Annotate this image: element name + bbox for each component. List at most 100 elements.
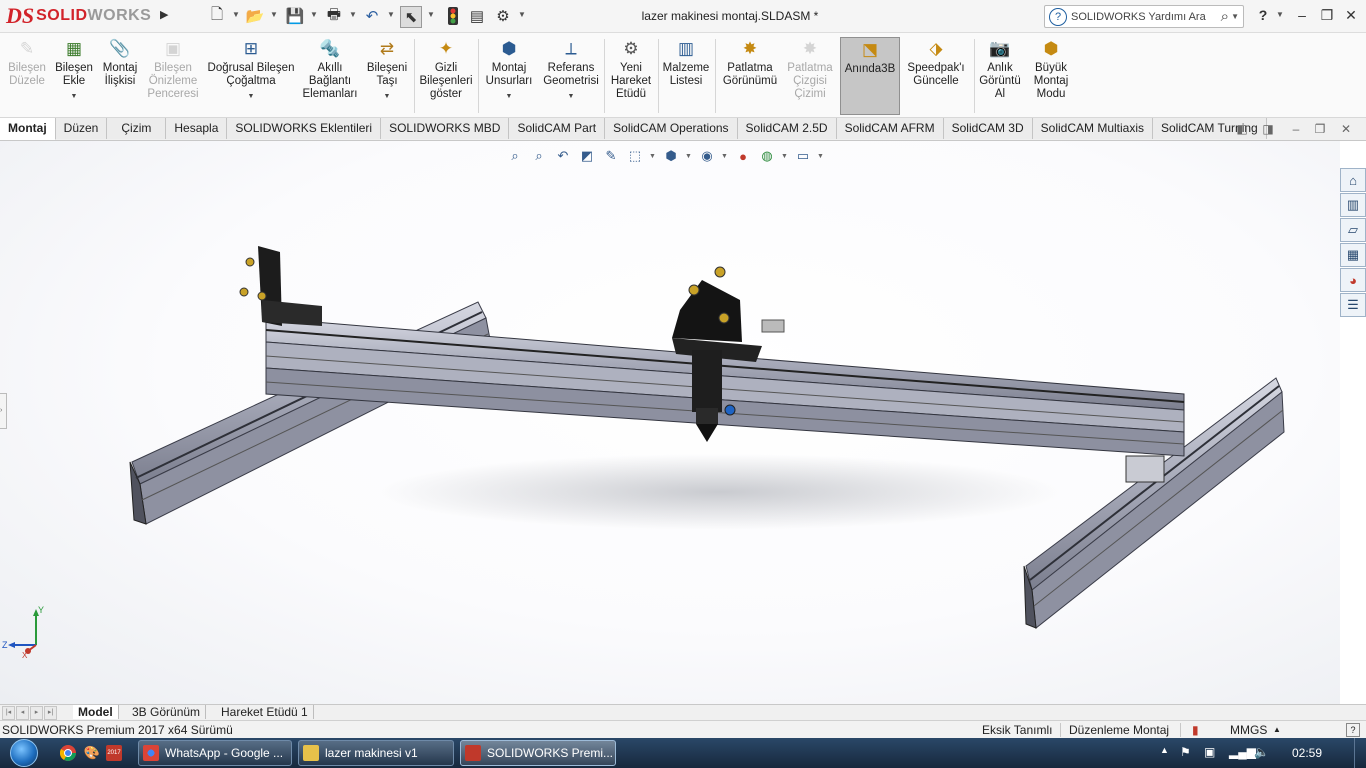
view-settings-icon[interactable]: ▭ [793, 147, 813, 165]
tab-solidcam-3d[interactable]: SolidCAM 3D [943, 118, 1033, 139]
rebuild-traffic-light-icon[interactable] [443, 6, 463, 26]
menu-expand-arrow-icon[interactable]: ▶ [160, 8, 168, 21]
tab-3d-view[interactable]: 3B Görünüm [127, 705, 207, 719]
taskbar-item-folder[interactable]: lazer makinesi v1 [298, 740, 454, 766]
assembly-features-button[interactable]: ⬢ Montaj Unsurları ▼ [482, 37, 536, 115]
print-dropdown-icon[interactable]: ▼ [349, 10, 357, 19]
search-icon[interactable]: ⌕ [1221, 8, 1229, 25]
move-component-button[interactable]: ⇄ Bileşeni Taşı ▼ [362, 37, 412, 115]
section-view-icon[interactable]: ◩ [577, 147, 597, 165]
taskbar-item-solidworks[interactable]: SOLIDWORKS Premi... [460, 740, 616, 766]
taskbar-item-whatsapp-chrome[interactable]: WhatsApp - Google ... [138, 740, 292, 766]
laser-machine-assembly-model[interactable] [0, 141, 1340, 704]
solidworks-resources-home-icon[interactable]: ⌂ [1340, 168, 1366, 192]
dynamic-annotation-icon[interactable]: ✎ [601, 147, 621, 165]
hide-show-dropdown-icon[interactable]: ▼ [721, 153, 729, 160]
close-icon[interactable]: ✕ [1340, 4, 1362, 26]
tab-solidcam-25d[interactable]: SolidCAM 2.5D [737, 118, 837, 139]
customize-statusbar-icon[interactable]: ? [1346, 723, 1360, 737]
new-document-icon[interactable]: 🗋 [207, 6, 227, 26]
tab-montaj[interactable]: Montaj [0, 118, 56, 140]
clock[interactable]: 02:59 [1292, 746, 1322, 760]
open-dropdown-icon[interactable]: ▼ [270, 10, 278, 19]
help-dropdown-icon[interactable]: ▼ [1276, 10, 1284, 19]
show-hidden-tray-icon[interactable]: ▲ [1160, 745, 1169, 755]
new-motion-study-button[interactable]: ⚙ Yeni Hareket Etüdü [606, 37, 656, 115]
tab-cizim[interactable]: Çizim [107, 118, 167, 139]
mate-button[interactable]: 📎 Montaj İlişkisi [98, 37, 142, 115]
scroll-prev-icon[interactable]: ◂ [16, 706, 29, 720]
unit-system-status[interactable]: MMGS [1230, 723, 1267, 737]
view-settings-dropdown-icon[interactable]: ▼ [817, 153, 825, 160]
save-dropdown-icon[interactable]: ▼ [310, 10, 318, 19]
doc-close-icon[interactable]: ✕ [1337, 120, 1355, 138]
show-hidden-components-button[interactable]: ✦ Gizli Bileşenleri göster [418, 37, 474, 115]
update-speedpak-button[interactable]: ⬗ Speedpak'ı Güncelle [904, 37, 968, 115]
tab-model[interactable]: Model [73, 705, 119, 719]
minimize-icon[interactable]: – [1291, 4, 1313, 26]
zoom-to-fit-icon[interactable]: ⌕ [505, 147, 525, 165]
tab-solidcam-operations[interactable]: SolidCAM Operations [605, 118, 738, 139]
apply-scene-dropdown-icon[interactable]: ▼ [781, 153, 789, 160]
new-dropdown-icon[interactable]: ▼ [232, 10, 240, 19]
units-dropdown-icon[interactable]: ▲ [1273, 725, 1281, 734]
component-preview-button[interactable]: ▣ Bileşen Önizleme Penceresi [146, 37, 200, 115]
start-button[interactable] [6, 738, 42, 768]
save-icon[interactable]: 💾 [285, 6, 305, 26]
linear-pattern-button[interactable]: ⊞ Doğrusal Bileşen Çoğaltma ▼ [204, 37, 298, 115]
hide-show-items-icon[interactable]: ◉ [697, 147, 717, 165]
power-icon[interactable]: ▣ [1204, 745, 1215, 759]
design-library-icon[interactable]: ▥ [1340, 193, 1366, 217]
print-icon[interactable]: 🖶 [324, 6, 344, 26]
tile-left-icon[interactable]: ◧ [1233, 120, 1251, 138]
left-end-bracket[interactable] [239, 246, 322, 326]
instant3d-button[interactable]: ⬔ Anında3B [840, 37, 900, 115]
restore-icon[interactable]: ❐ [1316, 4, 1338, 26]
previous-view-icon[interactable]: ↶ [553, 147, 573, 165]
tile-right-icon[interactable]: ◨ [1259, 120, 1277, 138]
help-menu-button[interactable]: ? [1252, 4, 1274, 26]
reference-geometry-dropdown-icon[interactable]: ▼ [568, 90, 575, 103]
insert-component-dropdown-icon[interactable]: ▼ [71, 90, 78, 103]
view-palette-icon[interactable]: ▦ [1340, 243, 1366, 267]
doc-minimize-icon[interactable]: – [1287, 120, 1305, 138]
help-search-box[interactable]: ? SOLIDWORKS Yardımı Ara ⌕ ▼ [1044, 5, 1244, 28]
bill-of-materials-button[interactable]: ▥ Malzeme Listesi [660, 37, 712, 115]
file-explorer-icon[interactable]: ▱ [1340, 218, 1366, 242]
tab-solidworks-eklentileri[interactable]: SOLIDWORKS Eklentileri [227, 118, 382, 139]
options-gear-icon[interactable]: ⚙ [493, 6, 513, 26]
tab-duzen[interactable]: Düzen [55, 118, 108, 139]
apply-scene-icon[interactable]: ◍ [757, 147, 777, 165]
file-properties-icon[interactable]: ▤ [467, 6, 487, 26]
zoom-to-area-icon[interactable]: ⌕ [529, 147, 549, 165]
tab-solidworks-mbd[interactable]: SOLIDWORKS MBD [381, 118, 510, 139]
tab-solidcam-afrm[interactable]: SolidCAM AFRM [836, 118, 944, 139]
tab-solidcam-multiaxis[interactable]: SolidCAM Multiaxis [1032, 118, 1153, 139]
edit-appearance-icon[interactable]: ● [733, 147, 753, 165]
explode-line-sketch-button[interactable]: ✸ Patlatma Çizgisi Çizimi [784, 37, 836, 115]
network-signal-icon[interactable]: ▂▄▆ [1229, 745, 1256, 759]
select-dropdown-icon[interactable]: ▼ [427, 10, 435, 19]
select-cursor-icon[interactable]: ⬉ [400, 6, 422, 28]
feature-manager-expand-handle[interactable]: › [0, 393, 7, 429]
solidworks-logo[interactable]: DS SOLIDWORKS [6, 3, 151, 28]
solidworks-2017-pinned-icon[interactable]: 2017 [102, 742, 126, 764]
custom-properties-icon[interactable]: ☰ [1340, 293, 1366, 317]
scroll-next-icon[interactable]: ▸ [30, 706, 43, 720]
tab-solidcam-part[interactable]: SolidCAM Part [509, 118, 606, 139]
graphics-area[interactable] [0, 141, 1340, 704]
rebuild-status-icon[interactable]: ▮ [1192, 723, 1199, 737]
linear-pattern-dropdown-icon[interactable]: ▼ [248, 90, 255, 103]
undo-icon[interactable]: ↶ [362, 6, 382, 26]
display-style-icon[interactable]: ⬢ [661, 147, 681, 165]
view-orientation-dropdown-icon[interactable]: ▼ [649, 153, 657, 160]
view-orientation-icon[interactable]: ⬚ [625, 147, 645, 165]
insert-component-button[interactable]: ▦ Bileşen Ekle ▼ [52, 37, 96, 115]
help-search-input[interactable]: SOLIDWORKS Yardımı Ara [1071, 11, 1221, 23]
smart-fasteners-button[interactable]: 🔩 Akıllı Bağlantı Elemanları [300, 37, 360, 115]
tab-motion-study-1[interactable]: Hareket Etüdü 1 [216, 705, 314, 719]
scroll-first-icon[interactable]: |◂ [2, 706, 15, 720]
edit-component-button[interactable]: ✎ Bileşen Düzele [4, 37, 50, 115]
undo-dropdown-icon[interactable]: ▼ [387, 10, 395, 19]
assembly-features-dropdown-icon[interactable]: ▼ [506, 90, 513, 103]
